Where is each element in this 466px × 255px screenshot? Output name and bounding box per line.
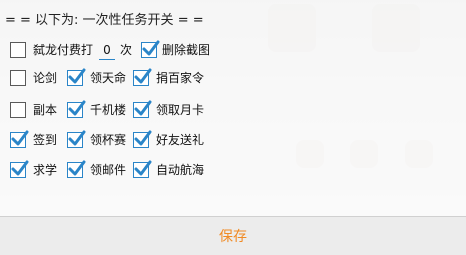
checkmark-icon	[68, 130, 86, 146]
times-input[interactable]: 0	[99, 41, 115, 60]
checkbox-label: 领天命	[90, 71, 127, 85]
checkmark-icon	[68, 160, 86, 176]
checkbox-label: 领取月卡	[156, 103, 205, 117]
section-header: = = 以下为: 一次性任务开关 = =	[5, 13, 204, 28]
checkbox-qianji-tower[interactable]	[67, 100, 86, 118]
checkbox-monthly-card[interactable]	[133, 100, 152, 118]
checkbox-claim-fate[interactable]	[67, 68, 86, 86]
checkbox-study[interactable]	[10, 160, 29, 178]
task-row: 签到 领杯赛 好友送礼	[0, 128, 466, 152]
task-row: 弑龙付费打 0 次 删除截图	[0, 38, 466, 62]
checkbox-slaughter-dragon[interactable]	[10, 42, 26, 58]
checkmark-icon	[134, 130, 152, 146]
checkmark-icon	[142, 40, 160, 56]
checkbox-delete-screenshot[interactable]	[141, 40, 160, 58]
times-suffix: 次	[120, 43, 133, 57]
checkbox-label: 签到	[33, 133, 58, 147]
checkmark-icon	[68, 68, 86, 84]
checkbox-friend-gift[interactable]	[133, 130, 152, 148]
checkmark-icon	[11, 130, 29, 146]
checkmark-icon	[134, 100, 152, 116]
checkbox-label: 论剑	[33, 71, 58, 85]
checkbox-dungeon[interactable]	[10, 102, 26, 118]
save-button[interactable]: 保存	[203, 226, 263, 248]
footer-bar: 保存	[0, 216, 466, 255]
checkbox-lunjian[interactable]	[10, 70, 26, 86]
task-row: 求学 领邮件 自动航海	[0, 158, 466, 182]
checkbox-label: 领邮件	[90, 163, 127, 177]
checkbox-label: 弑龙付费打	[33, 43, 94, 57]
checkbox-sign-in[interactable]	[10, 130, 29, 148]
checkbox-label: 好友送礼	[156, 133, 205, 147]
checkbox-label: 领杯赛	[90, 133, 127, 147]
task-row: 论剑 领天命 捐百家令	[0, 66, 466, 90]
checkbox-label: 副本	[33, 103, 58, 117]
checkmark-icon	[11, 160, 29, 176]
checkbox-auto-sail[interactable]	[133, 160, 152, 178]
checkbox-donate-token[interactable]	[133, 68, 152, 86]
checkbox-cup-reward[interactable]	[67, 130, 86, 148]
checkbox-label: 删除截图	[162, 43, 211, 57]
checkbox-label: 求学	[33, 163, 58, 177]
checkmark-icon	[68, 100, 86, 116]
settings-panel: = = 以下为: 一次性任务开关 = = 弑龙付费打 0 次 删除截图 论剑 领…	[0, 0, 466, 216]
checkbox-label: 自动航海	[156, 163, 205, 177]
checkmark-icon	[134, 68, 152, 84]
checkbox-claim-mail[interactable]	[67, 160, 86, 178]
task-row: 副本 千机楼 领取月卡	[0, 98, 466, 122]
checkbox-label: 千机楼	[90, 103, 127, 117]
checkmark-icon	[134, 160, 152, 176]
checkbox-label: 捐百家令	[156, 71, 205, 85]
